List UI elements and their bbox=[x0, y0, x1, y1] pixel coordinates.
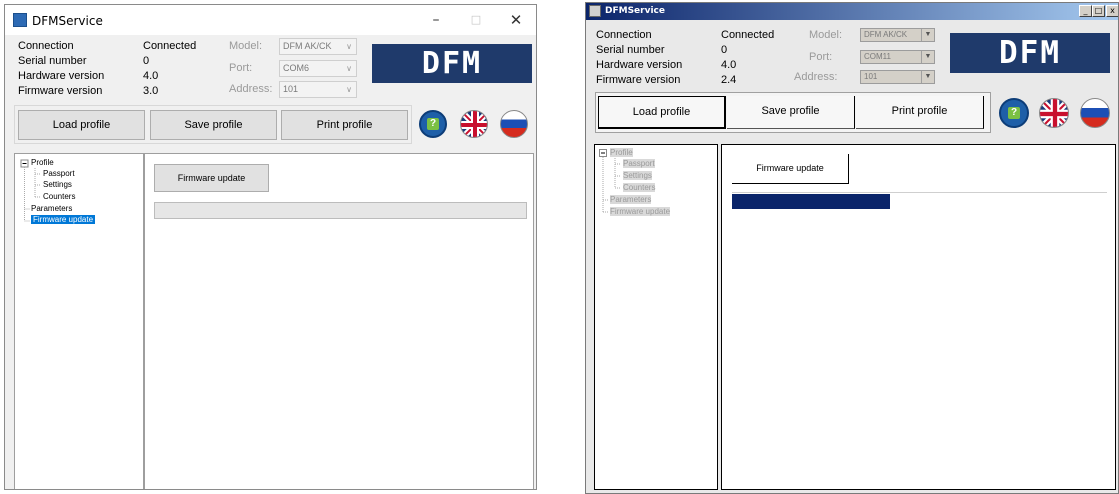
chevron-down-icon: ▼ bbox=[921, 71, 934, 83]
address-select-value: 101 bbox=[283, 84, 299, 94]
minimize-button[interactable]: – bbox=[416, 5, 456, 35]
title-bar[interactable]: DFMService _ □ x bbox=[586, 3, 1118, 20]
progress-fill bbox=[732, 194, 890, 209]
content-panel: Firmware update bbox=[144, 153, 534, 489]
serial-value: 0 bbox=[721, 44, 728, 56]
title-bar[interactable]: DFMService – □ ✕ bbox=[5, 5, 536, 35]
tree-node-parameters[interactable]: Parameters bbox=[610, 195, 652, 204]
hardware-label: Hardware version bbox=[18, 70, 105, 82]
right-window: DFMService _ □ x Connection Connected Se… bbox=[585, 2, 1119, 494]
print-profile-button[interactable]: Print profile bbox=[856, 96, 984, 129]
serial-label: Serial number bbox=[596, 44, 665, 56]
load-profile-button[interactable]: Load profile bbox=[18, 110, 145, 140]
tree-node-firmware-update[interactable]: Firmware update bbox=[31, 215, 96, 224]
model-select-value: DFM AK/CK bbox=[864, 30, 908, 39]
app-icon bbox=[13, 13, 27, 27]
help-icon[interactable]: ? bbox=[999, 98, 1029, 128]
address-select[interactable]: 101 ▼ bbox=[860, 70, 935, 84]
save-profile-button[interactable]: Save profile bbox=[150, 110, 277, 140]
tree-node-passport[interactable]: Passport bbox=[43, 169, 75, 178]
close-button[interactable]: x bbox=[1106, 5, 1118, 17]
navigation-tree[interactable]: Profile Passport Settings Counters Param… bbox=[14, 153, 144, 489]
app-icon bbox=[589, 5, 601, 17]
firmware-progress-bar bbox=[732, 194, 1107, 209]
tree-node-counters[interactable]: Counters bbox=[43, 192, 75, 201]
serial-label: Serial number bbox=[18, 55, 87, 67]
port-select[interactable]: COM6 ∨ bbox=[279, 60, 357, 77]
maximize-button[interactable]: □ bbox=[456, 5, 496, 35]
close-button[interactable]: ✕ bbox=[496, 5, 536, 35]
load-profile-button[interactable]: Load profile bbox=[598, 96, 726, 129]
serial-value: 0 bbox=[143, 55, 150, 67]
address-select-value: 101 bbox=[864, 72, 878, 81]
firmware-update-button[interactable]: Firmware update bbox=[732, 154, 849, 184]
save-profile-button[interactable]: Save profile bbox=[727, 96, 855, 129]
firmware-label: Firmware version bbox=[18, 85, 103, 97]
hardware-value: 4.0 bbox=[721, 59, 737, 71]
port-label: Port: bbox=[229, 62, 253, 74]
tree-node-profile[interactable]: Profile bbox=[31, 158, 54, 167]
minimize-button[interactable]: _ bbox=[1079, 5, 1092, 17]
address-select[interactable]: 101 ∨ bbox=[279, 81, 357, 98]
hardware-value: 4.0 bbox=[143, 70, 159, 82]
left-window: DFMService – □ ✕ Connection Connected Se… bbox=[4, 4, 537, 490]
port-select-value: COM11 bbox=[864, 52, 891, 61]
uk-flag-icon[interactable] bbox=[460, 110, 488, 138]
chevron-down-icon: ∨ bbox=[346, 64, 352, 73]
tree-node-settings[interactable]: Settings bbox=[43, 180, 72, 189]
chevron-down-icon: ∨ bbox=[346, 85, 352, 94]
model-label: Model: bbox=[229, 40, 263, 52]
russia-flag-icon[interactable] bbox=[500, 110, 528, 138]
hardware-label: Hardware version bbox=[596, 59, 683, 71]
chevron-down-icon: ∨ bbox=[346, 42, 352, 51]
model-select-value: DFM AK/CK bbox=[283, 41, 332, 51]
port-select[interactable]: COM11 ▼ bbox=[860, 50, 935, 64]
firmware-progress-bar bbox=[154, 202, 527, 219]
tree-node-settings[interactable]: Settings bbox=[623, 171, 652, 180]
tree-node-passport[interactable]: Passport bbox=[623, 159, 655, 168]
firmware-label: Firmware version bbox=[596, 74, 681, 86]
tree-node-firmware-update[interactable]: Firmware update bbox=[610, 207, 671, 216]
maximize-button[interactable]: □ bbox=[1092, 5, 1105, 17]
russia-flag-icon[interactable] bbox=[1080, 98, 1110, 128]
dfm-logo: DFM bbox=[950, 33, 1110, 73]
model-select[interactable]: DFM AK/CK ∨ bbox=[279, 38, 357, 55]
window-title: DFMService bbox=[605, 6, 665, 16]
help-icon[interactable]: ? bbox=[419, 110, 447, 138]
address-label: Address: bbox=[229, 83, 273, 95]
uk-flag-icon[interactable] bbox=[1039, 98, 1069, 128]
tree-node-parameters[interactable]: Parameters bbox=[31, 204, 72, 213]
chevron-down-icon: ▼ bbox=[921, 51, 934, 63]
content-panel: Firmware update bbox=[721, 144, 1116, 490]
tree-node-profile[interactable]: Profile bbox=[610, 148, 633, 157]
window-title: DFMService bbox=[32, 14, 103, 28]
model-label: Model: bbox=[809, 29, 843, 41]
connection-value: Connected bbox=[721, 29, 775, 41]
model-select[interactable]: DFM AK/CK ▼ bbox=[860, 28, 935, 42]
connection-label: Connection bbox=[18, 40, 74, 52]
dfm-logo: DFM bbox=[372, 44, 532, 83]
address-label: Address: bbox=[794, 71, 838, 83]
firmware-value: 3.0 bbox=[143, 85, 159, 97]
progress-track-line bbox=[732, 192, 1107, 193]
print-profile-button[interactable]: Print profile bbox=[281, 110, 408, 140]
firmware-value: 2.4 bbox=[721, 74, 737, 86]
port-select-value: COM6 bbox=[283, 63, 310, 73]
navigation-tree[interactable]: Profile Passport Settings Counters Param… bbox=[594, 144, 718, 490]
port-label: Port: bbox=[809, 51, 833, 63]
chevron-down-icon: ▼ bbox=[921, 29, 934, 41]
connection-value: Connected bbox=[143, 40, 197, 52]
tree-node-counters[interactable]: Counters bbox=[623, 183, 656, 192]
connection-label: Connection bbox=[596, 29, 652, 41]
firmware-update-button[interactable]: Firmware update bbox=[154, 164, 269, 192]
